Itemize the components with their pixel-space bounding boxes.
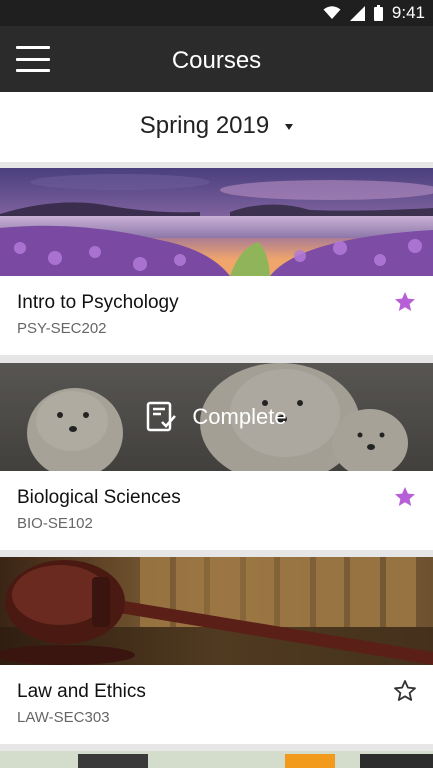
course-code: LAW-SEC303 [17,709,110,726]
status-bar: 9:41 [0,0,433,26]
signal-icon [349,5,365,21]
course-image-psychology [0,168,433,276]
course-title: Law and Ethics [17,681,146,702]
favorite-star-icon[interactable] [393,290,417,314]
page-title: Courses [171,47,262,74]
term-selector[interactable]: Spring 2019 [0,112,433,140]
course-code: PSY-SEC202 [17,320,107,337]
course-card-law[interactable]: Law and Ethics LAW-SEC303 [0,557,433,744]
term-selector-bar: Spring 2019 [0,92,433,162]
course-title: Biological Sciences [17,487,181,508]
favorite-star-icon[interactable] [393,485,417,509]
course-card-psychology[interactable]: Intro to Psychology PSY-SEC202 [0,168,433,355]
term-selector-value: Spring 2019 [139,112,270,139]
app-bar: Courses [0,26,433,92]
course-image-law [0,557,433,665]
course-title: Intro to Psychology [17,292,179,313]
course-code: BIO-SE102 [17,515,93,532]
status-icons: 9:41 [323,3,425,23]
status-time: 9:41 [391,3,425,22]
course-card-partial[interactable] [0,751,433,768]
battery-icon [373,5,383,21]
favorite-star-outline-icon[interactable] [393,679,417,703]
course-status-overlay: Complete [0,363,433,471]
course-card-biology[interactable]: Complete Biological Sciences BIO-SE102 [0,363,433,550]
wifi-icon [323,6,341,19]
course-status-label: Complete [192,404,287,429]
course-image-partial [0,751,433,768]
certificate-icon [147,401,177,432]
chevron-down-icon [285,123,294,130]
